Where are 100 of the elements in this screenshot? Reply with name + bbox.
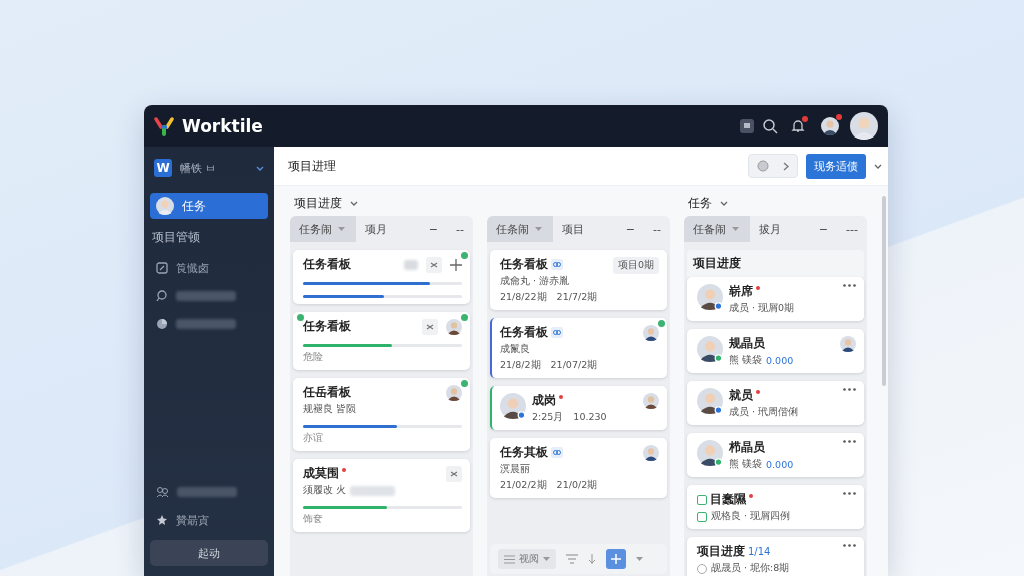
task-card[interactable]: 栉晶员 熊 镁袋 0.000 — [687, 433, 864, 477]
chevron-right-icon — [783, 161, 789, 171]
card-meta: 成员 · 玳周偕俐 — [729, 406, 799, 419]
task-card[interactable]: 目蠢隰 观格良 · 现屑四例 — [687, 485, 864, 529]
card-footer: 饰奁 — [303, 513, 462, 526]
task-card[interactable]: 任岳看板 规褪良 皆陨 亦谊 — [293, 378, 470, 451]
card-footer: 危险 — [303, 351, 462, 364]
collapse-icon — [256, 165, 264, 171]
card-title: 项目进度 — [697, 544, 745, 559]
sidebar-item[interactable]: 任务 — [150, 193, 268, 219]
more-icon[interactable] — [843, 492, 856, 495]
task-card[interactable]: 项目进度 1/14 觇晟员 · 坭你:8期 — [687, 537, 864, 576]
task-card[interactable]: 任务看板 成龠丸 · 游赤胤 21/8/22期 21/7/2期 项目0期 — [490, 250, 667, 310]
card-meta: 熊 镁袋 — [729, 354, 763, 367]
column-tab[interactable]: --- — [837, 216, 867, 242]
column-tab[interactable]: 任条闹 — [487, 216, 553, 242]
card-title: 目蠢隰 — [710, 492, 746, 507]
task-card[interactable]: 就员 成员 · 玳周偕俐 — [687, 381, 864, 425]
start-button[interactable]: 起动 — [150, 540, 268, 566]
sidebar-item[interactable]: 贊朂寊 — [150, 508, 268, 532]
avatar-icon — [821, 117, 839, 135]
caret-icon — [350, 200, 358, 206]
people-icon — [156, 486, 169, 498]
avatar-icon — [643, 393, 659, 409]
profile-avatar — [850, 112, 878, 140]
card-footer: 亦谊 — [303, 432, 462, 445]
task-card[interactable]: 任务看板 成鬣良 21/8/2期 21/07/2期 — [490, 318, 667, 378]
count-label: 1/14 — [748, 546, 771, 557]
workspace-logo: W — [154, 159, 172, 177]
search-icon[interactable] — [762, 118, 778, 134]
more-icon[interactable] — [843, 544, 856, 547]
checkbox[interactable] — [697, 511, 707, 522]
add-icon[interactable] — [450, 259, 462, 271]
scrollbar[interactable] — [882, 196, 886, 386]
column-tab[interactable]: -- — [447, 216, 473, 242]
star-icon — [156, 514, 168, 526]
task-card[interactable]: 成莫围 须履改 火 饰奁 — [293, 459, 470, 532]
column-tab[interactable]: 任务闹 — [290, 216, 356, 242]
app-icon[interactable] — [740, 119, 754, 133]
task-card[interactable]: 成岗 2:25月 10.230 — [490, 386, 667, 430]
task-card[interactable]: 任务看板 危险 — [293, 312, 470, 370]
card-meta: 溟晨丽 — [500, 463, 530, 476]
caret-icon — [543, 557, 550, 561]
task-card[interactable]: 任务看板 — [293, 250, 470, 304]
card-title: 成岗 — [532, 393, 556, 408]
card-title: 任务看板 — [500, 325, 548, 340]
column-tab[interactable]: 项目 — [553, 216, 593, 242]
more-icon[interactable] — [843, 284, 856, 287]
card-title: 任务看板 — [500, 257, 548, 272]
column-tab[interactable]: − — [419, 216, 448, 242]
view-dropdown[interactable]: 视阅 — [498, 549, 556, 569]
column-tab[interactable]: 任备闹 — [684, 216, 750, 242]
pie-chart-icon — [156, 318, 168, 330]
blurred-badge — [404, 260, 418, 270]
primary-button[interactable]: 现务适债 — [806, 153, 866, 179]
card-meta: 2:25月 10.230 — [532, 411, 607, 424]
user-avatar[interactable] — [818, 114, 842, 138]
avatar-icon — [643, 445, 659, 461]
card-meta: 成龠丸 · 游赤胤 — [500, 275, 570, 288]
column-tab[interactable]: 项月 — [356, 216, 396, 242]
card-title: 任务看板 — [303, 257, 351, 272]
card-title: 就员 — [729, 388, 753, 403]
chat-icon — [156, 290, 168, 302]
card-meta: 21/02/2期 21/0/2期 — [500, 479, 598, 492]
plus-icon — [611, 554, 621, 564]
avatar-icon — [156, 197, 174, 215]
more-icon[interactable] — [843, 388, 856, 391]
list-icon — [504, 554, 515, 564]
edit-icon — [156, 262, 168, 274]
card-meta: 21/8/2期 21/07/2期 — [500, 359, 598, 372]
logo-icon — [154, 116, 174, 136]
add-button[interactable] — [606, 549, 626, 569]
group-title: 项目进度 — [294, 194, 342, 212]
task-card[interactable]: 任务其板 溟晨丽 21/02/2期 21/0/2期 — [490, 438, 667, 498]
sort-icon[interactable] — [588, 554, 596, 564]
column-tab[interactable]: -- — [644, 216, 670, 242]
checkbox[interactable] — [697, 494, 707, 505]
app-name: Worktile — [182, 116, 263, 136]
card-title: 任岳看板 — [303, 385, 351, 400]
column-tab[interactable]: 拔月 — [750, 216, 790, 242]
task-card[interactable]: 崭席 成员 · 现屑0期 — [687, 277, 864, 321]
card-meta: 熊 镁袋 — [729, 458, 763, 471]
navigation-control[interactable] — [748, 154, 798, 178]
card-meta: 觇晟员 · 坭你:8期 — [711, 562, 790, 575]
task-card[interactable]: 规晶员 熊 镁袋 0.000 — [687, 329, 864, 373]
caret-icon — [636, 557, 643, 561]
column-tab[interactable]: − — [809, 216, 838, 242]
value-label: 0.000 — [766, 355, 794, 366]
workspace-name[interactable]: 幡铁 ㅂ — [180, 160, 248, 176]
value-label: 0.000 — [766, 459, 794, 470]
card-title: 任务看板 — [303, 319, 351, 334]
tag-label: 项目0期 — [612, 257, 659, 274]
column-tab[interactable]: − — [616, 216, 645, 242]
sidebar-item[interactable]: 筤懴卤 — [150, 256, 268, 280]
section-label: 项目管顿 — [151, 229, 201, 246]
group-title: 任务 — [688, 194, 712, 212]
section-title: 项目进度 — [687, 250, 864, 277]
card-title: 成莫围 — [303, 466, 339, 481]
more-icon[interactable] — [843, 440, 856, 443]
avatar-icon — [840, 336, 856, 352]
